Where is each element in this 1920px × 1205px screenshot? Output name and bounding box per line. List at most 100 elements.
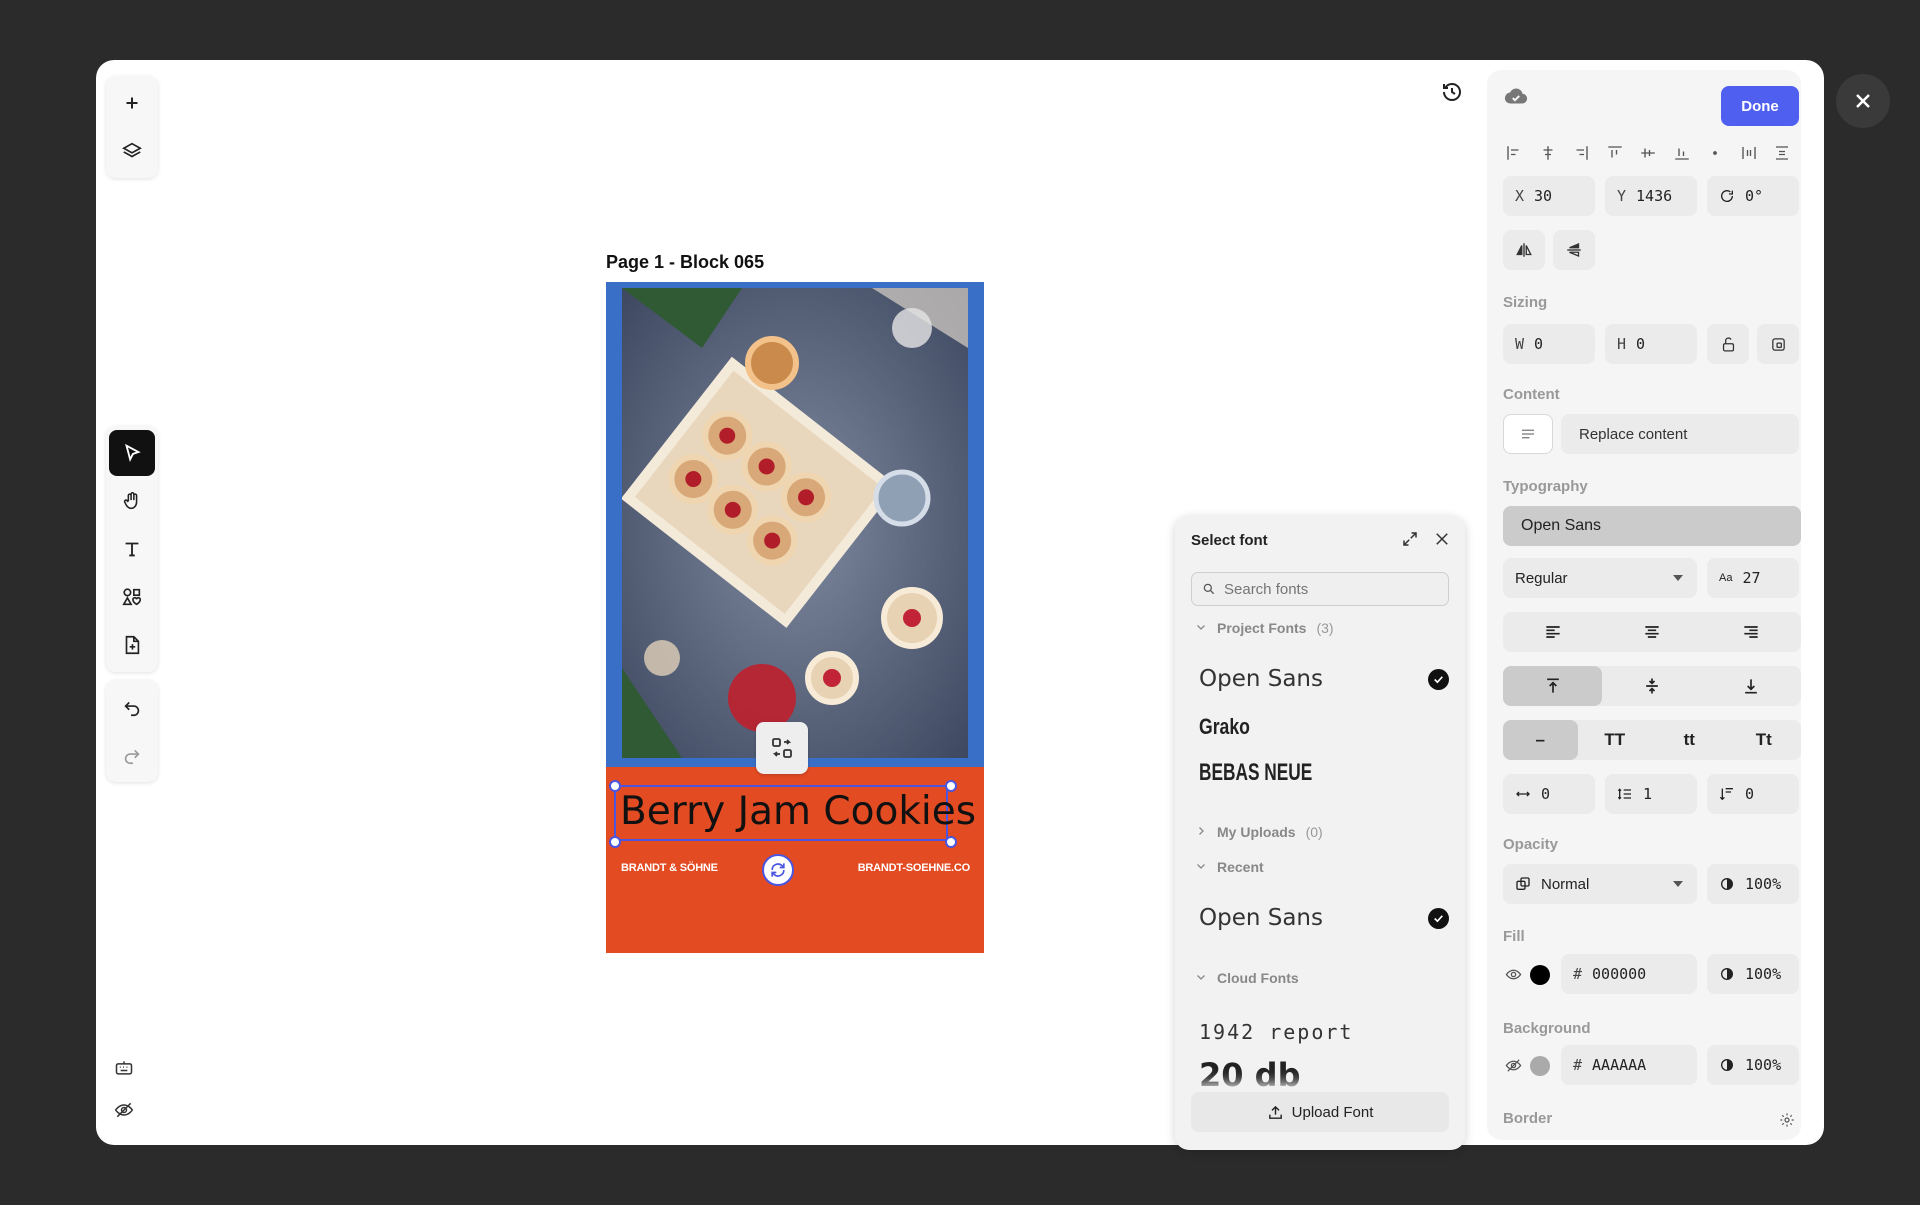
font-family-field[interactable]: Open Sans [1503, 506, 1801, 546]
distribute-v-icon[interactable] [1771, 142, 1793, 164]
sync-button[interactable] [762, 854, 794, 886]
title-text-box[interactable]: Berry Jam Cookies [614, 785, 976, 841]
rotation-field[interactable]: 0° [1707, 176, 1799, 216]
hide-ui-button[interactable] [114, 1100, 134, 1120]
photo-frame[interactable] [606, 282, 984, 774]
replace-content-button[interactable]: Replace content [1561, 414, 1799, 454]
add-button[interactable] [109, 80, 155, 126]
add-page-tool[interactable] [109, 622, 155, 668]
valign-middle-button[interactable] [1602, 666, 1701, 706]
recent-font-open-sans[interactable]: Open Sans [1199, 905, 1449, 931]
fit-size-button[interactable] [1757, 324, 1799, 364]
done-button[interactable]: Done [1721, 86, 1799, 126]
resize-handle-bottom-right[interactable] [945, 836, 957, 848]
layers-button[interactable] [109, 128, 155, 174]
paragraph-spacing-field[interactable]: 0 [1707, 774, 1799, 814]
hand-tool[interactable] [109, 478, 155, 524]
upload-font-button[interactable]: Upload Font [1191, 1092, 1449, 1132]
align-right-icon[interactable] [1570, 142, 1592, 164]
fill-visibility-toggle[interactable] [1505, 966, 1522, 988]
width-field[interactable]: W 0 [1503, 324, 1595, 364]
align-center-h-icon[interactable] [1537, 142, 1559, 164]
fill-color-swatch[interactable] [1530, 965, 1550, 985]
cookie-photo[interactable] [622, 288, 968, 758]
line-height-icon [1617, 786, 1633, 802]
font-item-open-sans[interactable]: Open Sans [1199, 666, 1449, 692]
brand-url[interactable]: BRANDT-SOEHNE.CO [858, 862, 971, 874]
align-left-icon[interactable] [1503, 142, 1525, 164]
dot-icon[interactable] [1704, 142, 1726, 164]
letter-spacing-field[interactable]: 0 [1503, 774, 1595, 814]
align-top-icon[interactable] [1604, 142, 1626, 164]
background-color-swatch[interactable] [1530, 1056, 1550, 1076]
font-item-grako[interactable]: Grako [1199, 714, 1399, 740]
background-hex-field[interactable]: # AAAAAA [1561, 1045, 1697, 1085]
opacity-icon [1719, 876, 1735, 892]
replace-image-button[interactable] [756, 722, 808, 774]
artboard[interactable]: Berry Jam Cookies BRANDT & SÖHNE BRANDT-… [606, 282, 984, 953]
align-center-v-icon[interactable] [1637, 142, 1659, 164]
resize-handle-top-right[interactable] [945, 780, 957, 792]
redo-button[interactable] [109, 732, 155, 778]
border-settings-button[interactable] [1779, 1112, 1795, 1133]
background-opacity-field[interactable]: 100% [1707, 1045, 1799, 1085]
undo-button[interactable] [109, 684, 155, 730]
cloud-fonts-header[interactable]: Cloud Fonts [1195, 970, 1299, 986]
eye-off-icon [1505, 1059, 1522, 1072]
text-align-right-button[interactable] [1702, 612, 1801, 652]
case-lower-button[interactable]: tt [1652, 720, 1727, 760]
font-search-input[interactable] [1224, 580, 1434, 598]
text-align-group [1503, 612, 1801, 652]
text-align-left-button[interactable] [1503, 612, 1602, 652]
flip-horizontal-button[interactable] [1503, 230, 1545, 270]
font-weight-select[interactable]: Regular [1503, 558, 1697, 598]
fill-opacity-field[interactable]: 100% [1707, 954, 1799, 994]
opacity-field[interactable]: 100% [1707, 864, 1799, 904]
upload-icon [1267, 1104, 1284, 1121]
hand-icon [123, 492, 138, 510]
close-editor-button[interactable] [1836, 74, 1890, 128]
height-field[interactable]: H 0 [1605, 324, 1697, 364]
text-align-center-button[interactable] [1602, 612, 1701, 652]
recent-header[interactable]: Recent [1195, 859, 1264, 875]
background-label: Background [1503, 1020, 1591, 1037]
close-icon [1856, 94, 1870, 108]
resize-handle-top-left[interactable] [609, 780, 621, 792]
brand-name[interactable]: BRANDT & SÖHNE [621, 862, 718, 874]
line-height-field[interactable]: 1 [1605, 774, 1697, 814]
keyboard-shortcuts-button[interactable] [114, 1058, 134, 1078]
valign-top-button[interactable] [1503, 666, 1603, 706]
case-upper-button[interactable]: TT [1578, 720, 1653, 760]
blend-mode-select[interactable]: Normal [1503, 864, 1697, 904]
flip-vertical-button[interactable] [1553, 230, 1595, 270]
dropdown-arrow-icon [1673, 575, 1683, 581]
expand-icon[interactable] [1401, 530, 1419, 553]
text-tool[interactable] [109, 526, 155, 572]
project-fonts-header[interactable]: Project Fonts (3) [1195, 620, 1334, 636]
close-icon[interactable] [1433, 530, 1451, 553]
elements-tool[interactable] [109, 574, 155, 620]
resize-handle-bottom-left[interactable] [609, 836, 621, 848]
lock-ratio-button[interactable] [1707, 324, 1749, 364]
case-title-button[interactable]: Tt [1727, 720, 1802, 760]
hide-icon [114, 1102, 134, 1118]
font-search-field[interactable] [1191, 572, 1449, 606]
cloud-font-1942-report[interactable]: 1942 report [1199, 1020, 1449, 1044]
distribute-h-icon[interactable] [1738, 142, 1760, 164]
select-tool[interactable] [109, 430, 155, 476]
valign-bottom-button[interactable] [1702, 666, 1801, 706]
version-history-button[interactable] [1436, 76, 1468, 108]
cloud-font-20-db[interactable]: 20 db [1199, 1056, 1449, 1094]
fill-hex-field[interactable]: # 000000 [1561, 954, 1697, 994]
background-visibility-toggle[interactable] [1505, 1057, 1522, 1079]
font-size-field[interactable]: Aa 27 [1707, 558, 1799, 598]
align-bottom-icon[interactable] [1671, 142, 1693, 164]
chevron-right-icon [1195, 824, 1207, 840]
font-item-bebas-neue[interactable]: BEBAS NEUE [1199, 759, 1379, 787]
y-field[interactable]: Y 1436 [1605, 176, 1697, 216]
case-none-button[interactable]: – [1503, 720, 1578, 760]
x-field[interactable]: X 30 [1503, 176, 1595, 216]
text-content-button[interactable] [1503, 414, 1553, 454]
gear-icon [1780, 1113, 1794, 1127]
my-uploads-header[interactable]: My Uploads (0) [1195, 824, 1323, 840]
